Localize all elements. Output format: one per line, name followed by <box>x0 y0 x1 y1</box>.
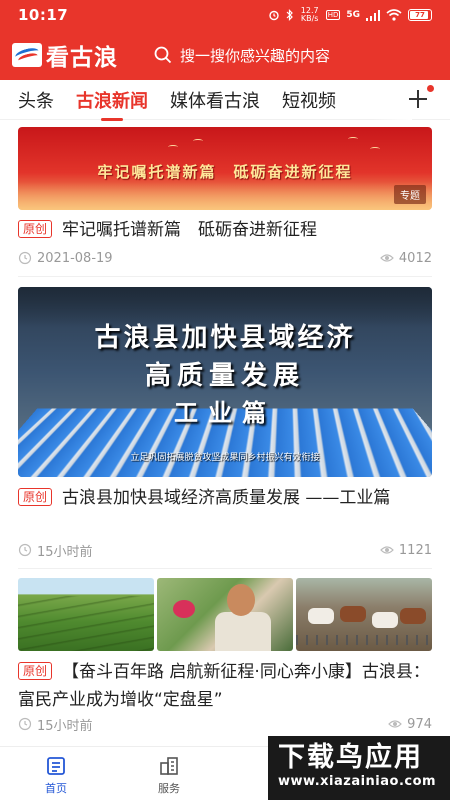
clock-icon <box>18 543 32 557</box>
original-badge: 原创 <box>18 662 53 680</box>
cattle-photo <box>296 578 432 651</box>
app-header: 看古浪 搜一搜你感兴趣的内容 <box>0 30 450 80</box>
news-title[interactable]: 原创 牢记嘱托谱新篇 砥砺奋进新征程 <box>18 216 432 244</box>
news-title-text: 牢记嘱托谱新篇 砥砺奋进新征程 <box>62 220 318 240</box>
news-meta: 15小时前 1121 <box>18 541 432 560</box>
clock-icon <box>18 717 32 731</box>
home-icon <box>47 757 65 775</box>
photo-strip[interactable] <box>18 578 432 651</box>
publish-time: 15小时前 <box>37 718 93 734</box>
tab-gulang-news[interactable]: 古浪新闻 <box>76 87 148 113</box>
banner-text: 牢记嘱托谱新篇 砥砺奋进新征程 <box>97 163 353 181</box>
divider <box>18 276 432 277</box>
view-count: 974 <box>407 716 432 732</box>
publish-date: 2021-08-19 <box>37 250 113 266</box>
bird-icon <box>348 137 358 141</box>
app-logo: 看古浪 <box>12 38 118 72</box>
original-badge: 原创 <box>18 220 53 238</box>
app-name: 看古浪 <box>46 44 118 71</box>
feature-banner[interactable]: 牢记嘱托谱新篇 砥砺奋进新征程 专题 <box>18 127 432 210</box>
news-meta: 15小时前 974 <box>18 715 432 734</box>
site-watermark: 下载鸟应用 www.xiazainiao.com <box>268 736 450 800</box>
add-channel-icon[interactable] <box>406 87 430 111</box>
cover-headline-3: 工业篇 <box>174 398 276 427</box>
eye-icon <box>380 546 394 554</box>
news-feed[interactable]: 牢记嘱托谱新篇 砥砺奋进新征程 专题 原创 牢记嘱托谱新篇 砥砺奋进新征程 202… <box>0 120 450 746</box>
app-root: 10:17 12.7 KB/s HD 5G 77 看古浪 搜一搜你感兴趣的内容 … <box>0 0 450 800</box>
bird-icon <box>370 147 380 151</box>
view-count: 1121 <box>398 542 432 558</box>
signal-icon <box>366 9 380 21</box>
cover-headline-1: 古浪县加快县域经济 <box>94 323 356 353</box>
tab-media-gulang[interactable]: 媒体看古浪 <box>170 87 260 113</box>
notification-dot <box>427 85 434 92</box>
farmer-photo <box>157 578 293 651</box>
bird-icon <box>168 145 178 149</box>
watermark-url: www.xiazainiao.com <box>278 774 437 789</box>
category-tabs: 头条 古浪新闻 媒体看古浪 短视频 <box>0 80 450 120</box>
search-bar[interactable]: 搜一搜你感兴趣的内容 <box>154 45 330 66</box>
battery-level: 77 <box>415 11 425 19</box>
eye-icon <box>380 254 394 262</box>
crop-field-photo <box>18 578 154 651</box>
eye-icon <box>388 720 403 728</box>
view-count: 4012 <box>398 250 432 266</box>
status-bar: 10:17 12.7 KB/s HD 5G 77 <box>0 0 450 30</box>
news-title-text: 【奋斗百年路 启航新征程·同心奔小康】古浪县：富民产业成为增收“定盘星” <box>18 662 430 710</box>
news-title-text: 古浪县加快县域经济高质量发展 ——工业篇 <box>62 488 391 508</box>
wifi-icon <box>386 9 402 21</box>
search-icon <box>154 46 172 64</box>
net-speed: 12.7 KB/s <box>300 6 319 23</box>
topic-tag: 专题 <box>394 185 426 204</box>
alarm-icon <box>268 10 279 21</box>
news-title[interactable]: 原创 古浪县加快县域经济高质量发展 ——工业篇 <box>18 484 432 512</box>
watermark-title: 下载鸟应用 <box>278 742 423 773</box>
nav-home[interactable]: 首页 <box>26 755 86 796</box>
bird-icon <box>193 139 203 143</box>
hd-badge: HD <box>325 10 341 20</box>
nav-service-label: 服务 <box>158 782 180 795</box>
status-indicators: 12.7 KB/s HD 5G 77 <box>268 7 432 23</box>
service-icon <box>160 757 178 775</box>
nav-service[interactable]: 服务 <box>139 755 199 796</box>
clock-icon <box>18 251 32 265</box>
news-cover-image[interactable]: 古浪县加快县域经济 高质量发展 工业篇 立足巩固拓展脱贫攻坚成果同乡村振兴有效衔… <box>18 287 432 477</box>
bluetooth-icon <box>286 9 293 21</box>
status-time: 10:17 <box>18 6 69 24</box>
news-meta: 2021-08-19 4012 <box>18 249 432 267</box>
logo-wave-icon <box>12 43 42 67</box>
tab-headlines[interactable]: 头条 <box>18 87 54 113</box>
battery-icon: 77 <box>408 9 432 21</box>
news-title[interactable]: 原创 【奋斗百年路 启航新征程·同心奔小康】古浪县：富民产业成为增收“定盘星” <box>18 658 432 714</box>
cover-headline-2: 高质量发展 <box>144 361 305 391</box>
divider <box>18 568 432 569</box>
cover-caption: 立足巩固拓展脱贫攻坚成果同乡村振兴有效衔接 <box>130 453 320 463</box>
tab-short-video[interactable]: 短视频 <box>282 87 336 113</box>
publish-time: 15小时前 <box>37 544 93 560</box>
nav-home-label: 首页 <box>45 782 67 795</box>
signal-label: 5G <box>346 10 360 20</box>
original-badge: 原创 <box>18 488 53 506</box>
search-placeholder: 搜一搜你感兴趣的内容 <box>180 46 331 65</box>
